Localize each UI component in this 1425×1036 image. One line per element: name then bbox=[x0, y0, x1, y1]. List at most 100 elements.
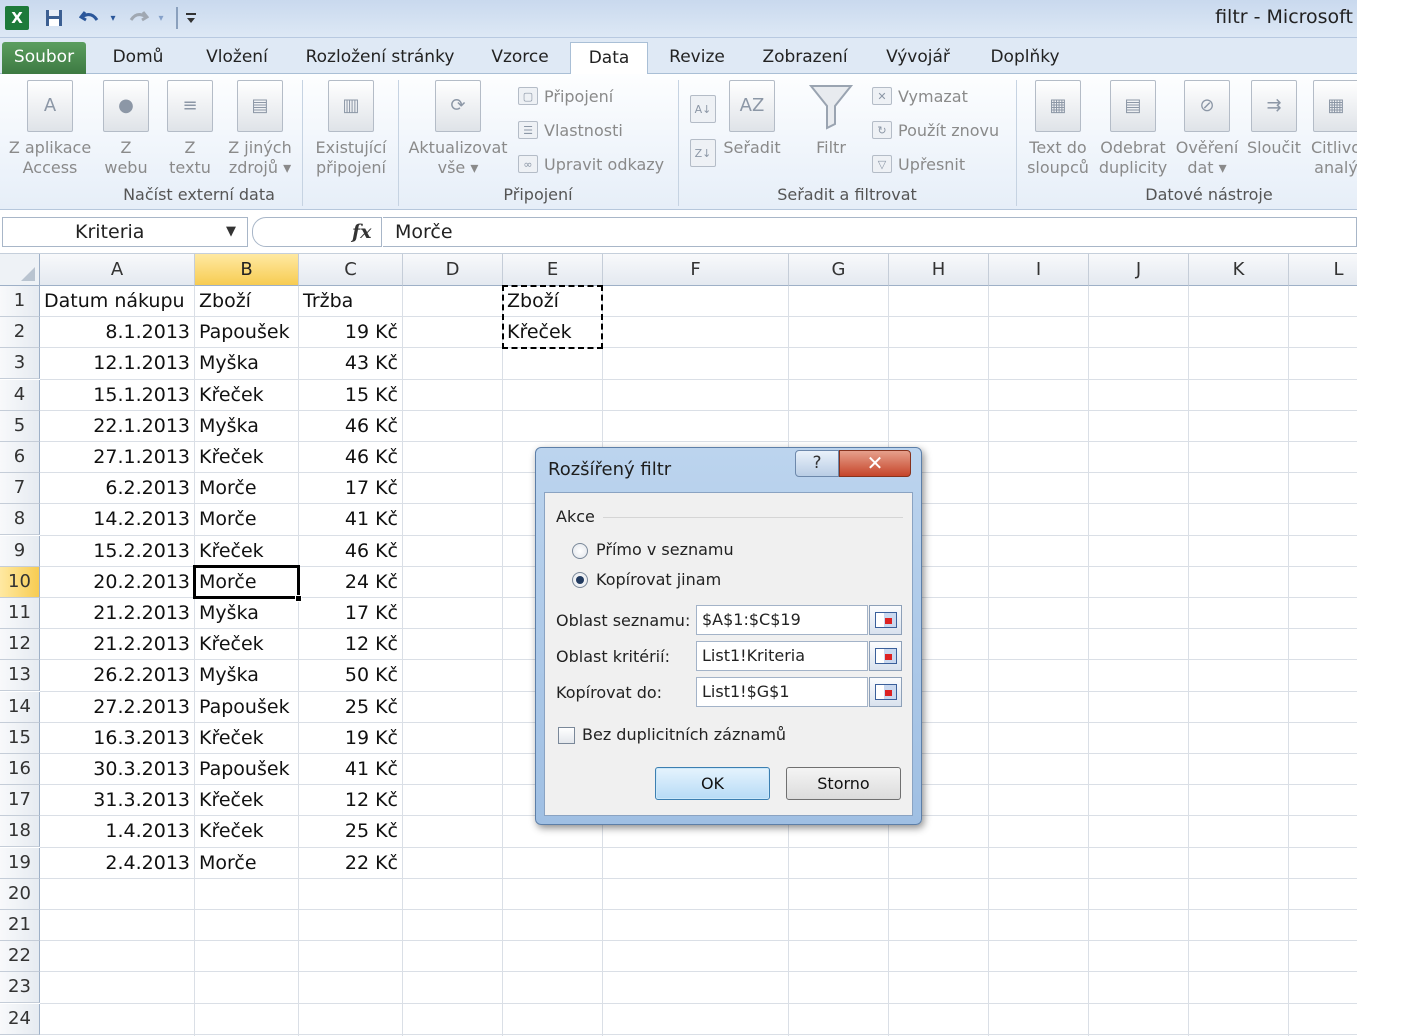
existing-connections-button[interactable]: ▥ Existující připojení bbox=[308, 80, 394, 178]
revenue-cell[interactable]: 17 Kč bbox=[299, 598, 403, 629]
close-button[interactable]: ✕ bbox=[839, 450, 911, 477]
properties-button[interactable]: ☰ Vlastnosti bbox=[518, 118, 623, 142]
row-header[interactable]: 2 bbox=[0, 317, 40, 349]
remove-duplicates-button[interactable]: ▤ Odebrat duplicity bbox=[1096, 80, 1170, 178]
ok-button[interactable]: OK bbox=[655, 767, 770, 800]
row-header[interactable]: 10 bbox=[0, 566, 40, 598]
from-other-sources-button[interactable]: ▤ Z jiných zdrojů ▾ bbox=[224, 80, 296, 178]
revenue-cell[interactable]: 12 Kč bbox=[299, 629, 403, 660]
unique-records-label[interactable]: Bez duplicitních záznamů bbox=[582, 725, 786, 744]
row-header[interactable]: 7 bbox=[0, 473, 40, 505]
date-cell[interactable]: 27.1.2013 bbox=[40, 442, 195, 473]
column-header[interactable]: F bbox=[603, 254, 789, 286]
criteria-range-input[interactable]: List1!Kriteria bbox=[696, 641, 868, 671]
row-header[interactable]: 15 bbox=[0, 722, 40, 754]
item-cell[interactable]: Papoušek bbox=[195, 692, 299, 723]
item-cell[interactable]: Myška bbox=[195, 411, 299, 442]
column-header[interactable]: C bbox=[299, 254, 403, 286]
revenue-cell[interactable]: 43 Kč bbox=[299, 348, 403, 379]
date-cell[interactable]: 21.2.2013 bbox=[40, 598, 195, 629]
column-header[interactable]: A bbox=[40, 254, 195, 286]
tab-rozlozeni[interactable]: Rozložení stránky bbox=[296, 42, 464, 74]
help-button[interactable]: ? bbox=[795, 450, 839, 477]
item-cell[interactable]: Myška bbox=[195, 598, 299, 629]
item-cell[interactable]: Myška bbox=[195, 348, 299, 379]
item-cell[interactable]: Křeček bbox=[195, 785, 299, 816]
row-header[interactable]: 20 bbox=[0, 878, 40, 910]
column-header[interactable]: K bbox=[1189, 254, 1289, 286]
tab-revize[interactable]: Revize bbox=[658, 42, 736, 74]
connections-button[interactable]: ▢ Připojení bbox=[518, 84, 613, 108]
row-header[interactable]: 6 bbox=[0, 442, 40, 473]
excel-icon[interactable]: X bbox=[5, 6, 29, 30]
column-header[interactable]: D bbox=[403, 254, 503, 286]
radio-copy-elsewhere[interactable] bbox=[572, 572, 588, 588]
item-cell[interactable]: Křeček bbox=[195, 380, 299, 411]
item-cell[interactable]: Křeček bbox=[195, 816, 299, 847]
row-header[interactable]: 11 bbox=[0, 598, 40, 629]
row-header[interactable]: 5 bbox=[0, 410, 40, 442]
revenue-cell[interactable]: 24 Kč bbox=[299, 567, 403, 598]
customize-icon[interactable] bbox=[182, 5, 200, 31]
criteria-cell[interactable]: Zboží bbox=[503, 286, 603, 317]
item-cell[interactable]: Morče bbox=[195, 504, 299, 535]
date-cell[interactable]: 2.4.2013 bbox=[40, 848, 195, 879]
revenue-cell[interactable]: 41 Kč bbox=[299, 504, 403, 535]
clear-filter-button[interactable]: ✕ Vymazat bbox=[872, 84, 968, 108]
copy-to-picker-button[interactable] bbox=[869, 677, 902, 707]
row-header[interactable]: 17 bbox=[0, 785, 40, 817]
header-cell[interactable]: Zboží bbox=[195, 286, 299, 317]
formula-input[interactable]: Morče bbox=[383, 217, 1357, 247]
header-cell[interactable]: Datum nákupu bbox=[40, 286, 195, 317]
revenue-cell[interactable]: 41 Kč bbox=[299, 754, 403, 785]
date-cell[interactable]: 15.1.2013 bbox=[40, 380, 195, 411]
column-header[interactable]: J bbox=[1089, 254, 1189, 286]
column-header[interactable]: H bbox=[889, 254, 989, 286]
date-cell[interactable]: 12.1.2013 bbox=[40, 348, 195, 379]
column-header[interactable]: I bbox=[989, 254, 1089, 286]
tab-vlozeni[interactable]: Vložení bbox=[192, 42, 282, 74]
item-cell[interactable]: Myška bbox=[195, 660, 299, 691]
copy-to-input[interactable]: List1!$G$1 bbox=[696, 677, 868, 707]
row-header[interactable]: 1 bbox=[0, 286, 40, 317]
from-access-button[interactable]: A Z aplikace Access bbox=[4, 80, 96, 178]
date-cell[interactable]: 8.1.2013 bbox=[40, 317, 195, 348]
sort-button[interactable]: AZ Seřadit bbox=[722, 80, 782, 158]
revenue-cell[interactable]: 19 Kč bbox=[299, 723, 403, 754]
sort-desc-button[interactable]: Z↓ bbox=[690, 138, 722, 168]
row-header[interactable]: 24 bbox=[0, 1003, 40, 1035]
tab-doplnky[interactable]: Doplňky bbox=[978, 42, 1072, 74]
item-cell[interactable]: Křeček bbox=[195, 629, 299, 660]
insert-function-icon[interactable]: fx bbox=[352, 221, 372, 243]
date-cell[interactable]: 20.2.2013 bbox=[40, 567, 195, 598]
fill-handle[interactable] bbox=[295, 595, 302, 602]
row-header[interactable]: 21 bbox=[0, 910, 40, 941]
revenue-cell[interactable]: 25 Kč bbox=[299, 816, 403, 847]
item-cell[interactable]: Křeček bbox=[195, 723, 299, 754]
row-header[interactable]: 12 bbox=[0, 629, 40, 661]
what-if-analysis-button[interactable]: ▦ Citlivo analý bbox=[1306, 80, 1357, 178]
save-icon[interactable] bbox=[42, 5, 66, 31]
revenue-cell[interactable]: 46 Kč bbox=[299, 411, 403, 442]
date-cell[interactable]: 16.3.2013 bbox=[40, 723, 195, 754]
revenue-cell[interactable]: 17 Kč bbox=[299, 473, 403, 504]
from-web-button[interactable]: ● Z webu bbox=[98, 80, 154, 178]
row-header[interactable]: 19 bbox=[0, 847, 40, 879]
date-cell[interactable]: 1.4.2013 bbox=[40, 816, 195, 847]
unique-records-checkbox[interactable] bbox=[558, 727, 575, 744]
refresh-all-button[interactable]: ⟳ Aktualizovat vše ▾ bbox=[404, 80, 512, 178]
redo-dropdown-icon[interactable]: ▾ bbox=[154, 5, 168, 31]
tab-vzorce[interactable]: Vzorce bbox=[478, 42, 562, 74]
cancel-button[interactable]: Storno bbox=[786, 767, 901, 800]
edit-links-button[interactable]: ∞ Upravit odkazy bbox=[518, 152, 664, 176]
data-validation-button[interactable]: ⊘ Ověření dat ▾ bbox=[1172, 80, 1242, 178]
item-cell[interactable]: Morče bbox=[195, 473, 299, 504]
tab-vyvojar[interactable]: Vývojář bbox=[874, 42, 962, 74]
row-header[interactable]: 8 bbox=[0, 504, 40, 536]
from-text-button[interactable]: ≡ Z textu bbox=[162, 80, 218, 178]
revenue-cell[interactable]: 12 Kč bbox=[299, 785, 403, 816]
criteria-range-picker-button[interactable] bbox=[869, 641, 902, 671]
text-to-columns-button[interactable]: ▦ Text do sloupců bbox=[1022, 80, 1094, 178]
select-all-corner[interactable] bbox=[0, 254, 40, 286]
row-header[interactable]: 22 bbox=[0, 941, 40, 973]
